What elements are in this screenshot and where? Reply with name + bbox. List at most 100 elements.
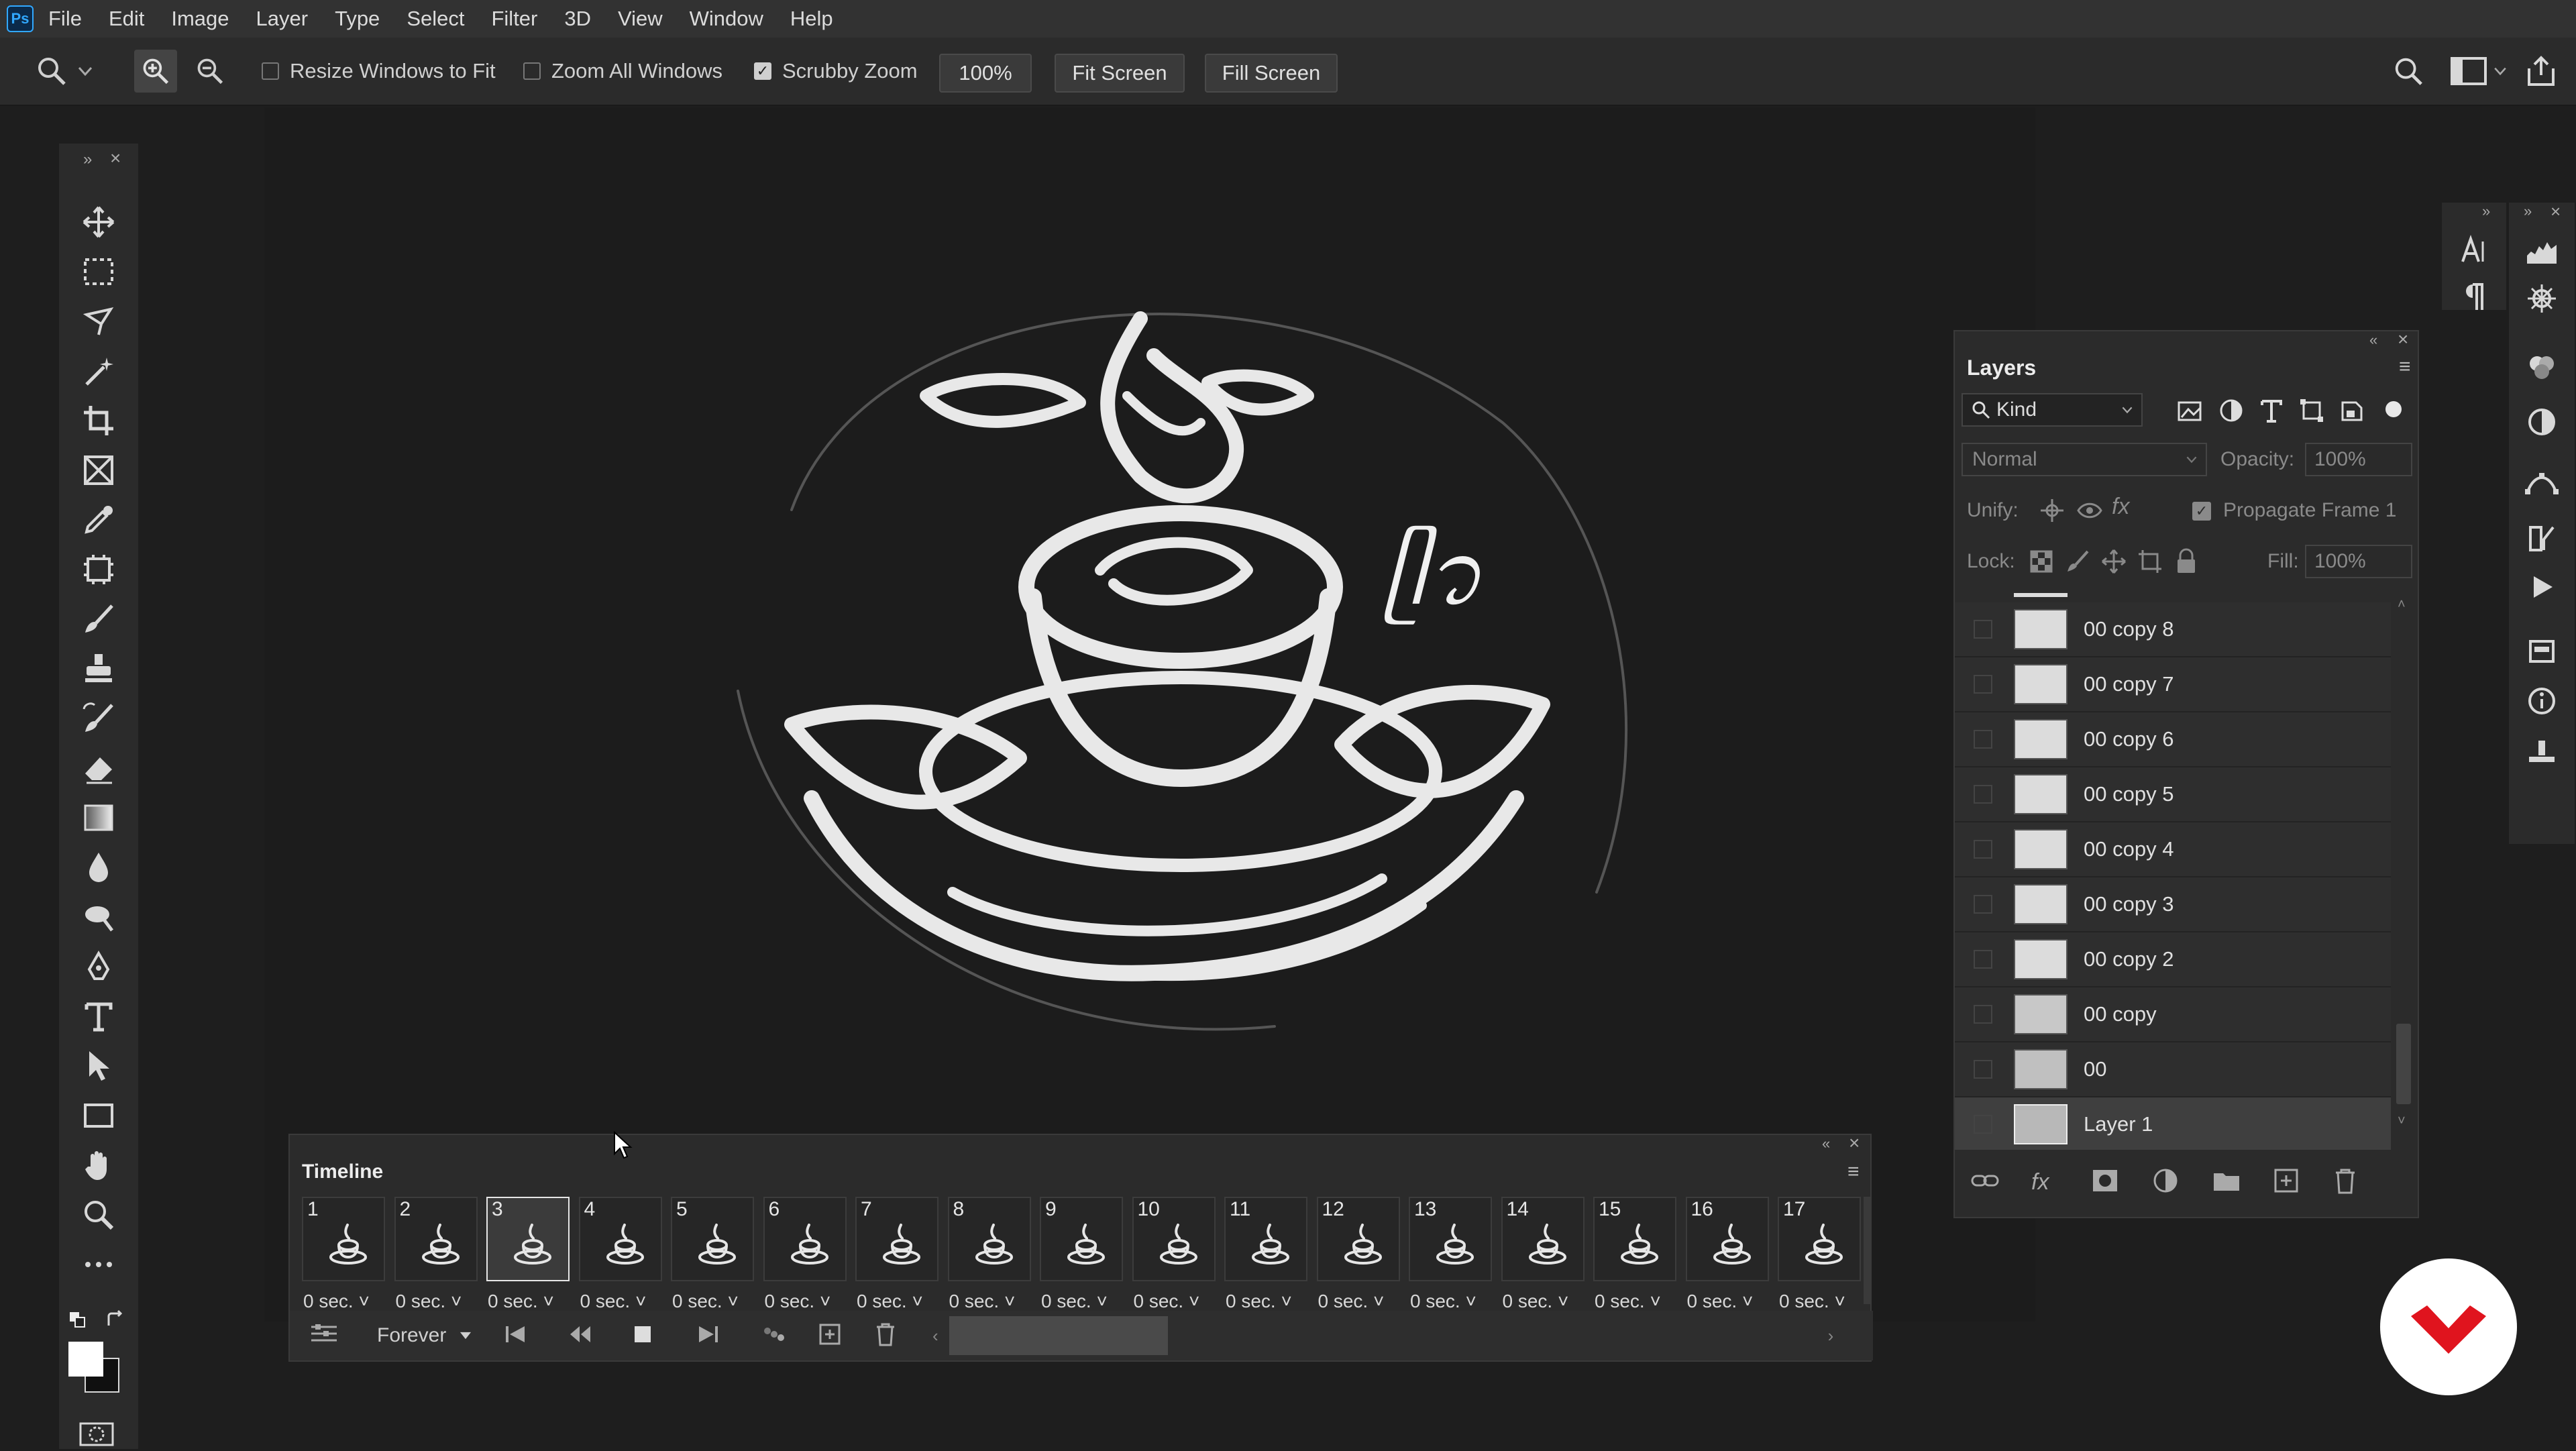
move-tool[interactable] [59,199,138,246]
close-icon[interactable]: × [2398,329,2408,350]
layer-row[interactable]: 00 copy 8 [1955,602,2391,657]
lock-position-icon[interactable] [2101,549,2127,574]
timeline-frame[interactable]: 1 0 sec. ˅ [302,1197,385,1311]
resize-windows-checkbox[interactable]: Resize Windows to Fit [262,38,496,105]
previous-frame-button[interactable] [569,1324,606,1348]
frame-delay[interactable]: 0 sec. ˅ [303,1291,386,1312]
zoom-all-windows-checkbox[interactable]: Zoom All Windows [523,38,722,105]
dodge-tool[interactable] [59,894,138,941]
menu-layer[interactable]: Layer [256,7,309,31]
menu-image[interactable]: Image [171,7,229,31]
scroll-up-icon[interactable]: ˄ [2398,597,2406,612]
scrubby-zoom-check[interactable]: ✓ [754,62,771,80]
frame-delay[interactable]: 0 sec. ˅ [1687,1291,1770,1312]
frame-delay[interactable]: 0 sec. ˅ [765,1291,848,1312]
zoom-tool-preset[interactable] [35,38,95,105]
menu-help[interactable]: Help [790,7,833,31]
frame-delay[interactable]: 0 sec. ˅ [1226,1291,1309,1312]
zoom-all-check[interactable] [523,62,541,80]
foreground-color-swatch[interactable] [68,1342,103,1377]
stamp-tool[interactable] [59,645,138,692]
rectangle-tool[interactable] [59,1092,138,1139]
brush-tool[interactable] [59,596,138,643]
gradient-tool[interactable] [59,794,138,841]
visibility-toggle[interactable] [1974,730,1992,749]
info-panel-button[interactable] [2509,678,2575,724]
scroll-left-icon[interactable]: ‹ [932,1326,938,1346]
first-frame-button[interactable] [504,1324,542,1348]
zoom-tool[interactable] [59,1191,138,1238]
scroll-down-icon[interactable]: ˅ [2398,1114,2406,1129]
filter-adjustment-icon[interactable] [2218,397,2245,424]
timeline-frame[interactable]: 15 0 sec. ˅ [1593,1197,1676,1311]
lasso-tool[interactable] [59,298,138,345]
visibility-toggle[interactable] [1974,675,1992,694]
frame-delay[interactable]: 0 sec. ˅ [672,1291,755,1312]
new-adjustment-button[interactable] [2152,1167,2183,1197]
path-select-tool[interactable] [59,1042,138,1089]
filter-pixel-icon[interactable] [2176,397,2203,424]
magic-wand-tool[interactable] [59,347,138,394]
collapse-icon[interactable]: » [83,150,92,169]
layer-row[interactable]: 00 copy 4 [1955,822,2391,877]
quick-mask-button[interactable] [78,1421,115,1448]
timeline-frame[interactable]: 5 0 sec. ˅ [671,1197,754,1311]
eyedropper-tool[interactable] [59,496,138,543]
loop-select[interactable]: Forever [377,1324,478,1347]
layer-row[interactable]: 00 copy 3 [1955,877,2391,932]
marquee-tool[interactable] [59,248,138,295]
lock-transparency-icon[interactable] [2029,549,2054,574]
layer-row[interactable]: 00 copy [1955,987,2391,1042]
lock-all-icon[interactable] [2174,547,2199,573]
collapse-icon[interactable]: « [2369,331,2377,349]
frame-delay[interactable]: 0 sec. ˅ [857,1291,940,1312]
libraries-panel-button[interactable] [2509,628,2575,675]
zoom-in-button[interactable] [134,38,177,105]
layer-row-selected[interactable]: Layer 1 [1955,1097,2391,1150]
timeline-frame[interactable]: 6 0 sec. ˅ [763,1197,847,1311]
search-button[interactable] [2392,38,2424,105]
timeline-frame[interactable]: 13 0 sec. ˅ [1409,1197,1492,1311]
adjustments-panel-button[interactable] [2509,398,2575,445]
swap-colors-icon[interactable] [105,1309,125,1330]
frame-delay[interactable]: 0 sec. ˅ [1503,1291,1586,1312]
new-layer-button[interactable] [2273,1167,2304,1197]
filter-smart-object-icon[interactable] [2339,397,2365,424]
visibility-toggle[interactable] [1974,1060,1992,1079]
close-icon[interactable]: × [110,148,121,169]
menu-3d[interactable]: 3D [564,7,591,31]
next-frame-button[interactable] [698,1324,735,1348]
stop-button[interactable] [633,1325,671,1347]
panel-menu-icon[interactable]: ≡ [2399,356,2411,378]
menu-window[interactable]: Window [690,7,763,31]
unify-visibility-icon[interactable] [2076,496,2104,525]
frame-delay[interactable]: 0 sec. ˅ [488,1291,571,1312]
timeline-frame[interactable]: 17 0 sec. ˅ [1778,1197,1861,1311]
frame-delay[interactable]: 0 sec. ˅ [1779,1291,1862,1312]
delete-frame-button[interactable] [875,1322,912,1350]
menu-edit[interactable]: Edit [109,7,144,31]
propagate-frame-checkbox[interactable]: ✓ [2192,502,2211,521]
timeline-frame[interactable]: 8 0 sec. ˅ [947,1197,1031,1311]
photoshop-logo[interactable]: Ps [7,5,34,32]
resize-windows-check[interactable] [262,62,279,80]
visibility-toggle[interactable] [1974,1115,1992,1134]
hand-tool[interactable] [59,1142,138,1189]
visibility-toggle[interactable] [1974,620,1992,639]
scrollbar-thumb[interactable] [2396,1024,2411,1104]
timeline-frame[interactable]: 9 0 sec. ˅ [1040,1197,1123,1311]
scrollbar-thumb[interactable] [949,1316,1168,1355]
timeline-frame[interactable]: 11 0 sec. ˅ [1224,1197,1307,1311]
more-tools[interactable] [59,1241,138,1288]
history-brush-tool[interactable] [59,695,138,742]
close-icon[interactable]: × [2551,201,2561,222]
collapse-icon[interactable]: » [2524,203,2532,220]
opacity-field[interactable]: 100% [2305,443,2412,476]
color-panel-button[interactable] [2509,343,2575,390]
visibility-toggle[interactable] [1974,785,1992,804]
timeline-frame[interactable]: 14 0 sec. ˅ [1501,1197,1585,1311]
frame-delay[interactable]: 0 sec. ˅ [949,1291,1032,1312]
visibility-toggle[interactable] [1974,1005,1992,1024]
frame-tool[interactable] [59,447,138,494]
delete-layer-button[interactable] [2333,1167,2364,1197]
